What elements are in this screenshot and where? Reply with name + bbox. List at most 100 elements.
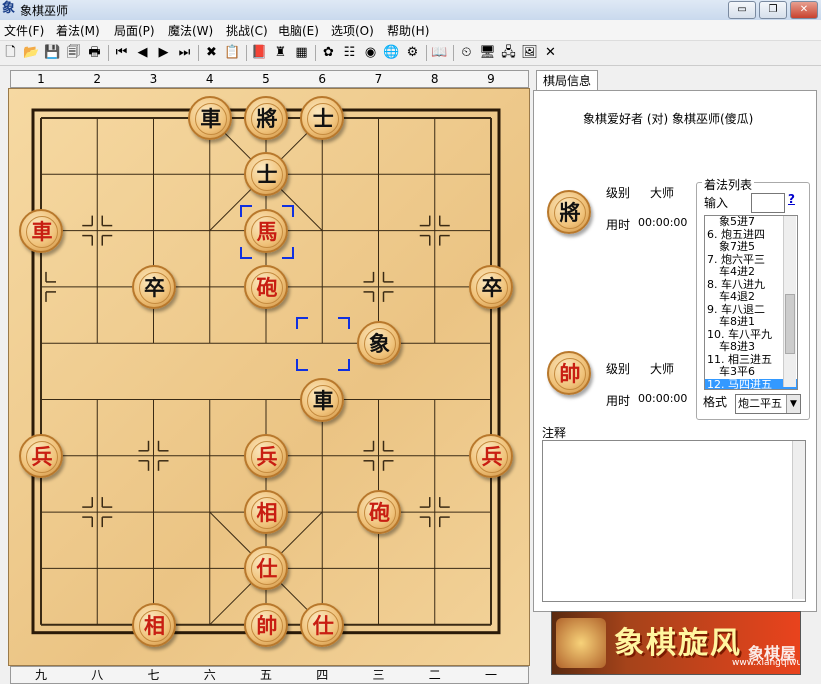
menu-magic[interactable]: 魔法(W) (168, 22, 213, 39)
maximize-button[interactable]: ❐ (759, 1, 787, 19)
piece-red[interactable]: 兵 (244, 433, 288, 478)
first-move-icon[interactable]: ⏮ (113, 44, 130, 61)
file-number-top: 8 (430, 72, 439, 86)
format-select[interactable]: 炮二平五 ▼ (735, 394, 801, 414)
piece-label: 車 (194, 103, 227, 135)
paste-icon[interactable]: 📋 (224, 44, 241, 61)
web-icon[interactable]: 🌐 (383, 44, 400, 61)
piece-black[interactable]: 卒 (131, 264, 176, 309)
file-number-bottom: 一 (484, 668, 497, 682)
piece-label: 象 (363, 328, 396, 361)
piece-black[interactable]: 將 (244, 96, 288, 140)
network-icon[interactable]: 🖧 (500, 44, 517, 61)
piece-red[interactable]: 相 (131, 602, 176, 647)
piece-label: 卒 (138, 271, 171, 304)
selection-corner (296, 359, 309, 372)
piece-label: 士 (251, 159, 283, 192)
menu-options[interactable]: 选项(O) (331, 22, 374, 39)
file-number-top: 5 (262, 72, 270, 86)
close-icon[interactable]: ✕ (542, 44, 559, 61)
bottom-time-label: 用时 (606, 394, 631, 408)
file-numbers-top: 1 2 3 4 5 6 7 8 9 (10, 70, 529, 88)
prev-move-icon[interactable]: ◀ (134, 44, 151, 61)
toolbar-separator (453, 45, 454, 61)
piece-label: 車 (307, 384, 340, 417)
help-link[interactable]: ? (788, 192, 795, 206)
banner-logo (556, 618, 606, 668)
piece-black[interactable]: 士 (244, 152, 288, 197)
settings-icon[interactable]: ⚙ (404, 44, 421, 61)
file-number-top: 1 (37, 72, 45, 86)
color-icon[interactable]: ✿ (320, 44, 337, 61)
window-title: 象棋巫师 (20, 4, 69, 18)
piece-black[interactable]: 士 (300, 96, 345, 140)
move-list-scrollbar[interactable] (783, 216, 796, 387)
piece-red[interactable]: 仕 (300, 602, 345, 647)
piece-black[interactable]: 卒 (469, 264, 513, 309)
menu-position[interactable]: 局面(P) (114, 22, 155, 39)
piece-red[interactable]: 馬 (244, 208, 288, 253)
file-number-bottom: 四 (316, 668, 329, 682)
new-file-icon[interactable]: 🗋 (2, 44, 19, 61)
weibo-icon[interactable]: ◉ (362, 44, 379, 61)
piece-red[interactable]: 砲 (244, 264, 288, 309)
computer-icon[interactable]: 🖥 (479, 44, 496, 61)
piece-black[interactable]: 車 (300, 377, 345, 422)
bottom-player-avatar: 帥 (547, 351, 591, 395)
piece-red[interactable]: 帥 (244, 602, 288, 647)
title-bar: 象 象棋巫师 ▭ ❐ ✕ (0, 0, 821, 21)
menu-computer[interactable]: 电脑(E) (278, 22, 319, 39)
save-icon[interactable]: 💾 (44, 44, 61, 61)
piece-label: 相 (138, 609, 171, 642)
piece-red[interactable]: 兵 (469, 433, 513, 478)
banner-ad[interactable]: 象棋旋风 www.xiangqiwu.com 象棋屋 (551, 611, 801, 675)
piece-red[interactable]: 兵 (19, 433, 63, 478)
piece-label: 砲 (363, 497, 396, 530)
menu-help[interactable]: 帮助(H) (387, 22, 429, 39)
menu-bar: 文件(F) 着法(M) 局面(P) 魔法(W) 挑战(C) 电脑(E) 选项(O… (0, 20, 821, 41)
close-window-button[interactable]: ✕ (790, 1, 818, 19)
open-folder-icon[interactable]: 📂 (23, 44, 40, 61)
tab-game-info[interactable]: 棋局信息 (536, 70, 598, 91)
menu-file[interactable]: 文件(F) (4, 22, 44, 39)
menu-move[interactable]: 着法(M) (56, 22, 100, 39)
piece-label: 仕 (251, 553, 283, 586)
file-number-top: 3 (149, 72, 158, 86)
notes-textarea[interactable] (542, 440, 806, 602)
top-player-avatar: 將 (547, 190, 591, 234)
save-as-icon[interactable]: 🗐 (65, 44, 82, 61)
piece-red[interactable]: 車 (19, 208, 63, 253)
minimize-button[interactable]: ▭ (728, 1, 756, 19)
tree-icon[interactable]: ☷ (341, 44, 358, 61)
library-icon[interactable]: 📖 (431, 44, 448, 61)
last-move-icon[interactable]: ⏭ (176, 44, 193, 61)
piece-label: 兵 (251, 440, 283, 473)
menu-challenge[interactable]: 挑战(C) (226, 22, 268, 39)
delete-icon[interactable]: ✖ (203, 44, 220, 61)
piece-black[interactable]: 車 (187, 96, 232, 140)
piece-red[interactable]: 砲 (356, 490, 401, 535)
file-number-bottom: 六 (203, 668, 216, 682)
toolbar-separator (108, 45, 109, 61)
piece-label: 卒 (476, 271, 508, 304)
print-icon[interactable]: 🖶 (86, 44, 103, 61)
piece-label: 車 (26, 215, 58, 248)
banner-title: 象棋旋风 (614, 626, 742, 661)
next-move-icon[interactable]: ▶ (155, 44, 172, 61)
move-input[interactable] (751, 193, 785, 213)
match-title: 象棋爱好者 (对) 象棋巫师(傻瓜) (583, 112, 754, 126)
chess-board[interactable]: 車將士士車馬卒砲卒象車兵兵兵相砲仕相帥仕 (8, 88, 530, 666)
engine-icon[interactable]: ♜ (272, 44, 289, 61)
moves-title: 着法列表 (702, 176, 755, 193)
selection-corner (338, 317, 351, 330)
file-number-top: 4 (205, 72, 214, 86)
image-icon[interactable]: 🖼 (521, 44, 538, 61)
piece-red[interactable]: 相 (244, 490, 288, 535)
notes-label: 注释 (542, 426, 567, 440)
calculator-icon[interactable]: ▦ (293, 44, 310, 61)
book-icon[interactable]: 📕 (251, 44, 268, 61)
toolbar-separator (198, 45, 199, 61)
chevron-down-icon: ▼ (786, 395, 800, 413)
clock-icon[interactable]: ⏲ (458, 44, 475, 61)
piece-black[interactable]: 象 (356, 321, 401, 366)
